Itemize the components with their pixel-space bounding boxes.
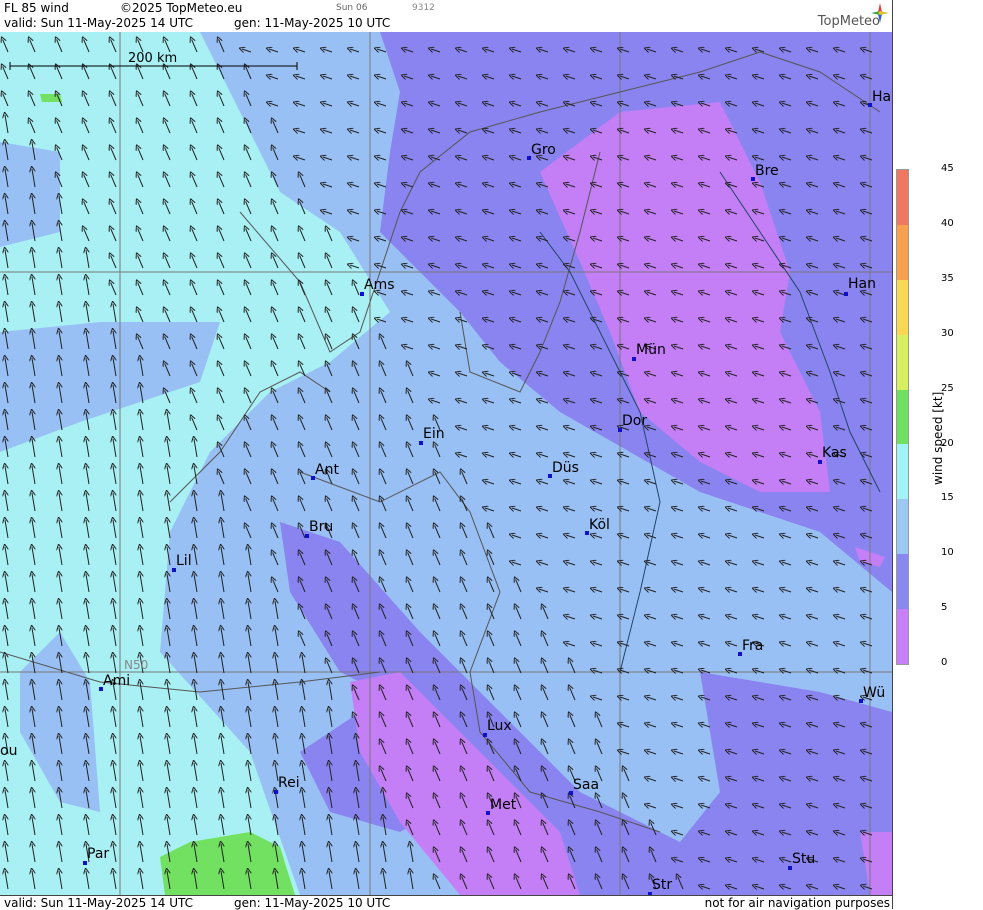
scale-label: 200 km — [128, 51, 178, 66]
run-day: Sun 06 — [336, 3, 368, 13]
city-label: Wü — [863, 685, 886, 701]
city-label: ou — [0, 743, 18, 759]
city-label: Ein — [423, 426, 445, 442]
city-label: Bre — [755, 163, 779, 179]
color-bar-segment — [897, 334, 908, 391]
city-label: Met — [490, 797, 517, 813]
wind-field-svg — [0, 32, 892, 895]
color-bar-segment — [897, 389, 908, 445]
city-marker — [844, 292, 848, 296]
legend-tick: 15 — [941, 492, 954, 504]
wind-speed-legend: 45 40 35 30 25 20 15 10 5 0 wind speed [kt] — [892, 0, 983, 909]
city-label: Saa — [573, 777, 600, 793]
city-label: Rei — [278, 775, 300, 791]
generated-time: gen: 11-May-2025 10 UTC — [234, 16, 391, 30]
color-bar-segment — [897, 499, 908, 555]
legend-tick: 35 — [941, 272, 954, 284]
city-label: Ha — [872, 89, 892, 105]
run-code: 9312 — [412, 3, 435, 13]
footer-valid-time: valid: Sun 11-May-2025 14 UTC — [4, 896, 193, 910]
legend-tick: 0 — [941, 657, 948, 669]
city-label: Ami — [103, 673, 131, 689]
color-bar-segment — [897, 279, 908, 336]
city-label: Han — [848, 276, 876, 292]
city-label: Ant — [315, 462, 339, 478]
compass-logo-icon — [871, 3, 889, 23]
city-label: Bru — [309, 519, 334, 535]
copyright: ©2025 TopMeteo.eu — [120, 1, 243, 15]
city-label: Gro — [531, 142, 556, 158]
latitude-label: N50 — [124, 658, 149, 672]
city-label: Fra — [742, 638, 764, 654]
wind-map[interactable]: 200 km N50 Gro Bre Ha Ams Han Mün Ein Do… — [0, 32, 892, 895]
disclaimer: not for air navigation purposes — [704, 896, 890, 910]
legend-tick: 30 — [941, 327, 954, 339]
legend-tick: 40 — [941, 217, 954, 229]
city-label: Lux — [487, 718, 512, 734]
city-label: Kas — [822, 445, 847, 461]
color-bar-segment — [897, 444, 908, 500]
color-bar-segment — [897, 170, 908, 226]
color-bar-segment — [897, 554, 908, 610]
valid-time: valid: Sun 11-May-2025 14 UTC — [4, 16, 193, 30]
legend-tick: 5 — [941, 602, 948, 614]
city-label: Par — [87, 846, 110, 862]
map-footer: valid: Sun 11-May-2025 14 UTC gen: 11-Ma… — [0, 895, 892, 910]
legend-tick: 45 — [941, 163, 954, 174]
color-bar-segment — [897, 224, 908, 281]
map-header: FL 85 wind ©2025 TopMeteo.eu Sun 06 9312… — [0, 0, 892, 33]
city-label: Köl — [589, 517, 610, 533]
color-bar-segment — [897, 609, 908, 665]
footer-generated-time: gen: 11-May-2025 10 UTC — [234, 896, 391, 910]
city-label: Lil — [176, 553, 192, 569]
city-label: Düs — [552, 460, 579, 476]
product-title: FL 85 wind — [4, 1, 69, 15]
city-label: Str — [652, 877, 673, 893]
city-label: Dor — [622, 413, 648, 429]
legend-title: wind speed [kt] — [931, 391, 945, 485]
color-bar — [896, 169, 909, 665]
city-label: Mün — [636, 342, 666, 358]
city-label: Ams — [364, 277, 395, 293]
legend-tick: 10 — [941, 547, 954, 559]
city-label: Stu — [792, 851, 816, 867]
